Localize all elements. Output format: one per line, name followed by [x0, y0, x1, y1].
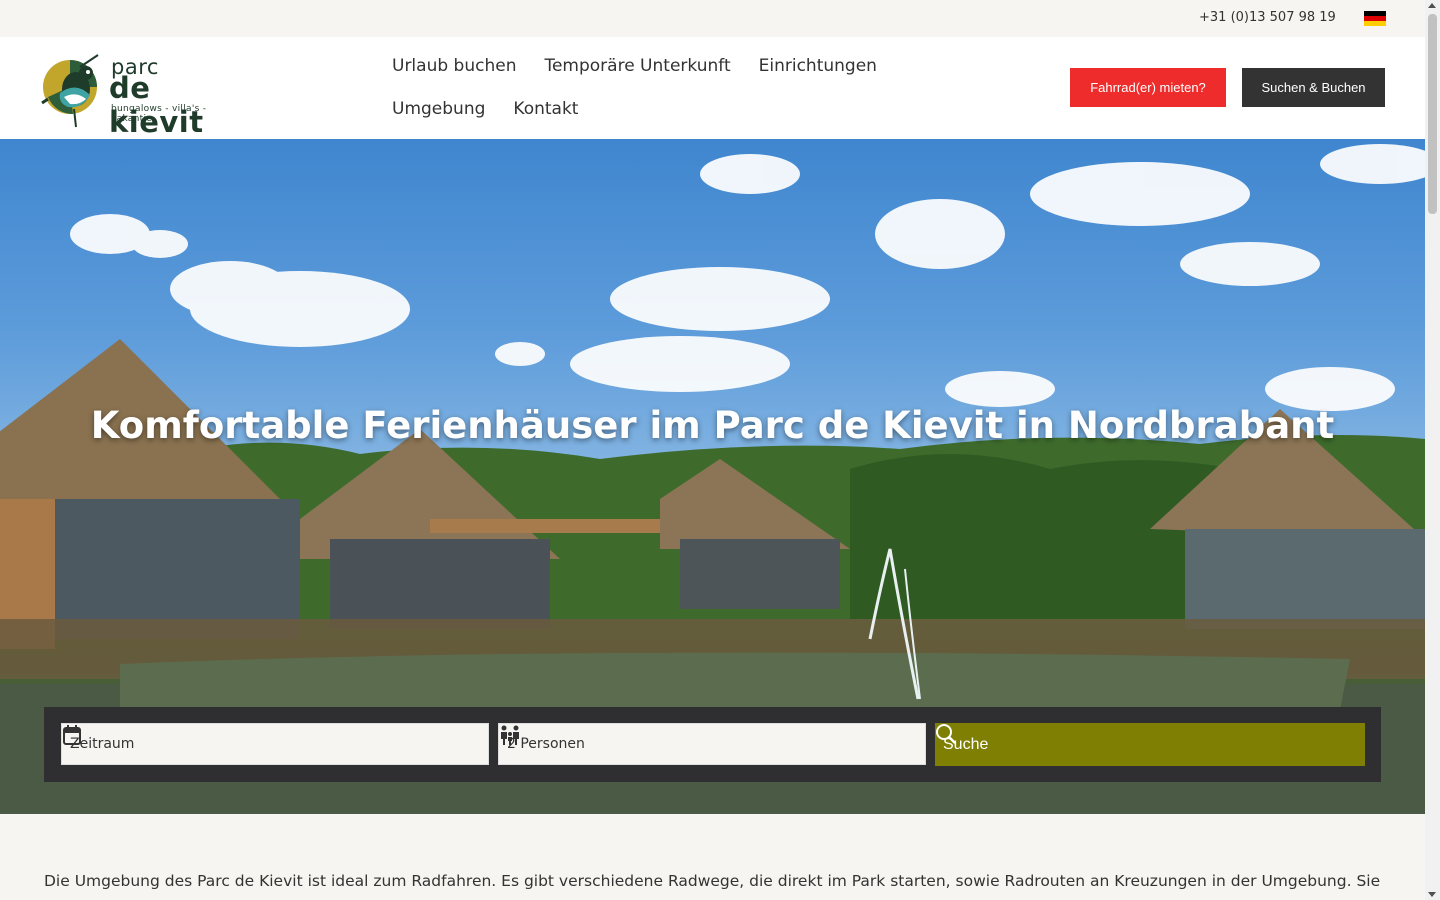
search-icon [936, 724, 956, 744]
german-flag-icon[interactable] [1364, 11, 1386, 26]
persons-field[interactable]: 2 Personen [498, 723, 926, 765]
people-icon [501, 725, 519, 745]
hero-banner: Komfortable Ferienhäuser im Parc de Kiev… [0, 139, 1425, 814]
booking-search-panel: Zeitraum 2 Personen Suche [44, 707, 1381, 782]
nav-item-kontakt[interactable]: Kontakt [513, 98, 578, 141]
main-nav: Urlaub buchen Temporäre Unterkunft Einrich… [392, 55, 1012, 141]
nav-item-einrichtungen[interactable]: Einrichtungen [759, 55, 877, 98]
rent-bike-button[interactable]: Fahrrad(er) mieten? [1070, 68, 1226, 107]
site-logo[interactable]: parc de kievit bungalows - villa's - vak… [40, 51, 245, 139]
nav-item-umgebung[interactable]: Umgebung [392, 98, 485, 141]
top-bar: +31 (0)13 507 98 19 [0, 0, 1425, 37]
date-range-field[interactable]: Zeitraum [61, 723, 489, 765]
nav-item-urlaub-buchen[interactable]: Urlaub buchen [392, 55, 516, 98]
calendar-icon [63, 725, 81, 745]
scrollbar-thumb[interactable] [1428, 14, 1437, 214]
hero-title: Komfortable Ferienhäuser im Parc de Kiev… [90, 404, 1335, 447]
logo-tagline: bungalows - villa's - vakantie [111, 104, 207, 124]
nav-item-temporaere-unterkunft[interactable]: Temporäre Unterkunft [544, 55, 730, 98]
page-scrollbar[interactable] [1425, 0, 1440, 900]
site-header: parc de kievit bungalows - villa's - vak… [0, 37, 1425, 139]
kievit-bird-icon [41, 54, 99, 128]
search-submit-button[interactable]: Suche [935, 723, 1365, 766]
intro-paragraph: Die Umgebung des Parc de Kievit ist idea… [44, 872, 1384, 890]
scroll-down-arrow-icon[interactable] [1428, 892, 1436, 897]
scroll-up-arrow-icon[interactable] [1428, 3, 1436, 8]
phone-number-link[interactable]: +31 (0)13 507 98 19 [1199, 10, 1336, 25]
search-book-button[interactable]: Suchen & Buchen [1242, 68, 1385, 107]
